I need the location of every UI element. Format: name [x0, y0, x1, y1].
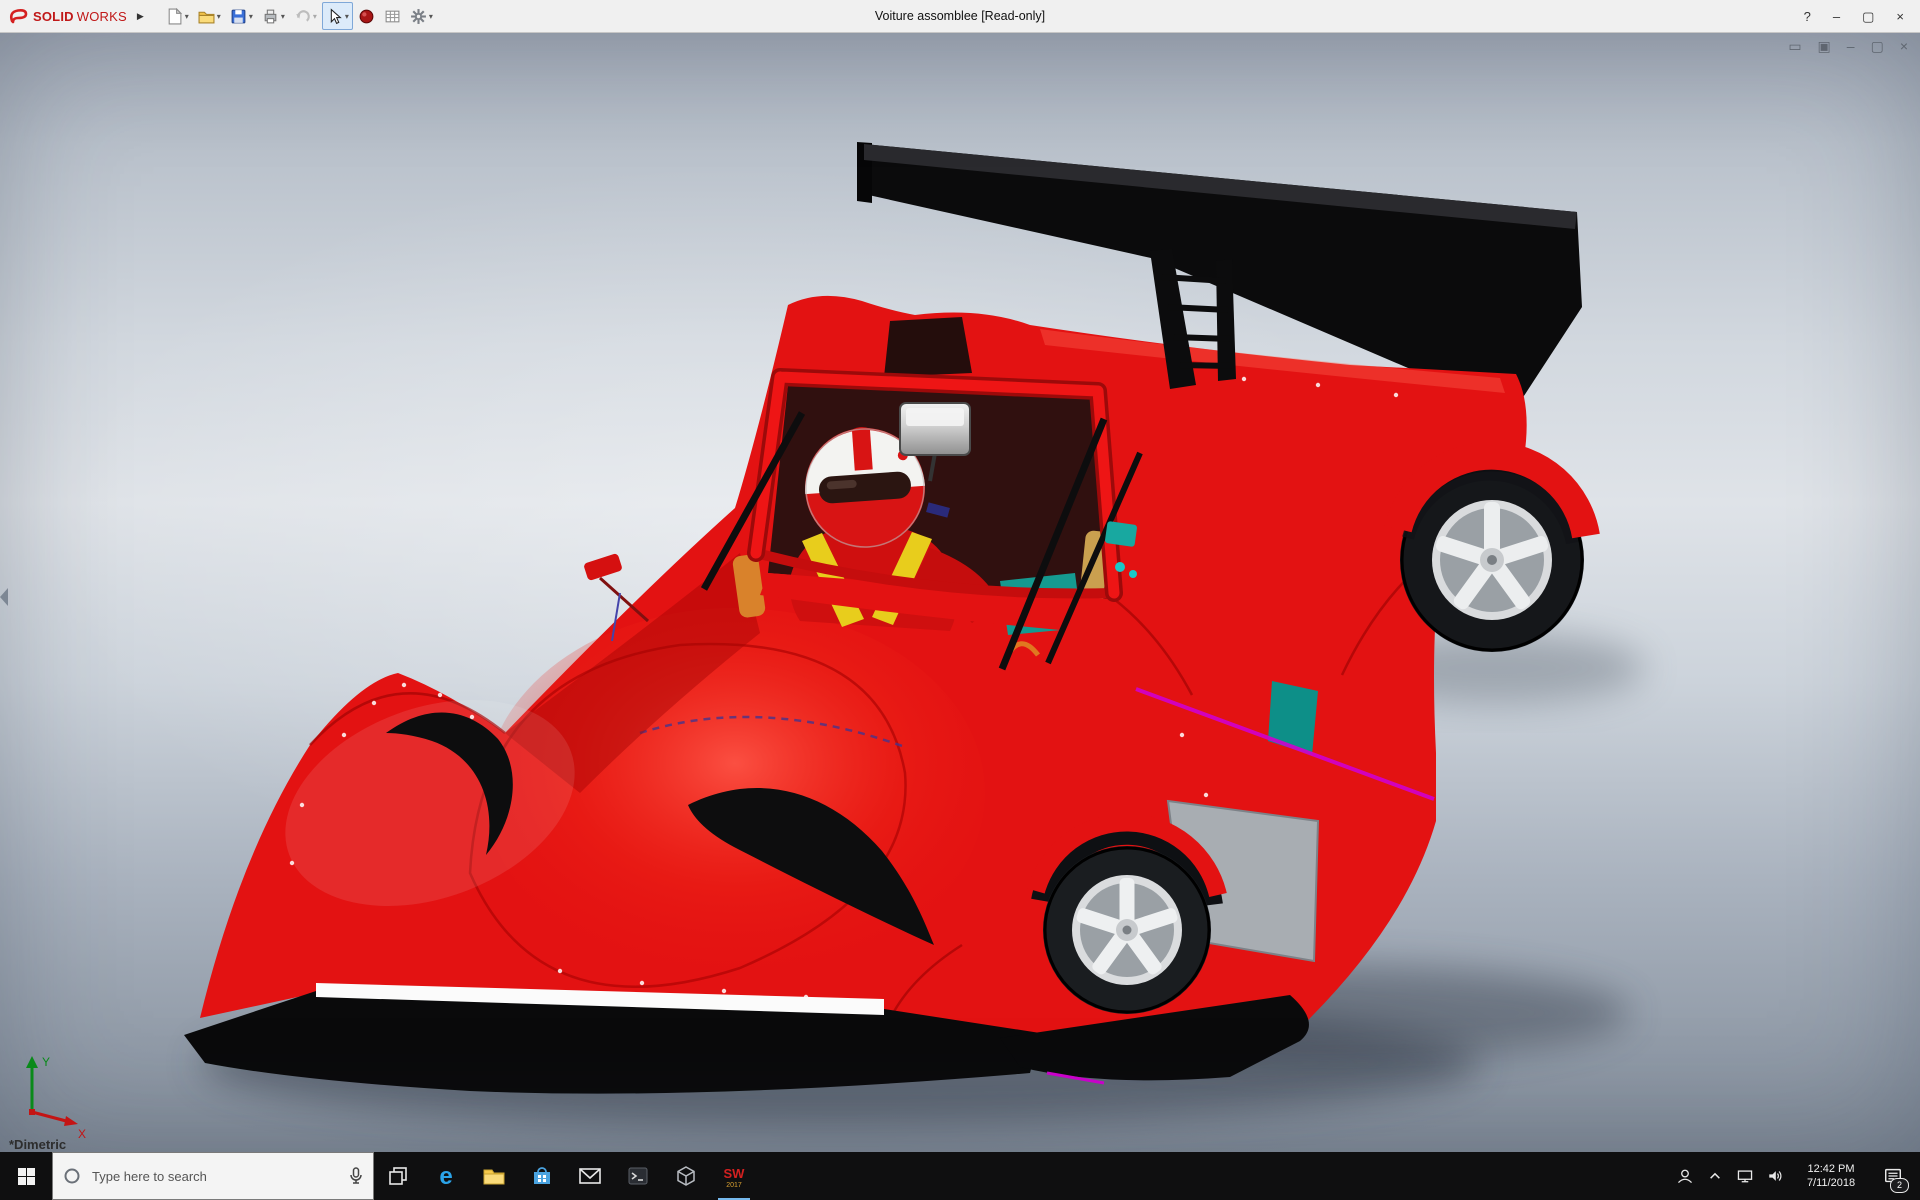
minimize-button[interactable]: – — [1833, 10, 1840, 23]
new-document-icon — [168, 7, 182, 24]
clock-date: 7/11/2018 — [1806, 1177, 1856, 1189]
tile-icon[interactable]: ▣ — [1818, 38, 1831, 55]
select-pointer-icon — [330, 7, 342, 24]
network-icon — [1737, 1170, 1753, 1183]
print-button[interactable]: ▾ — [258, 2, 289, 30]
taskbar-app-task-view[interactable] — [374, 1152, 422, 1200]
svg-text:2017: 2017 — [726, 1182, 742, 1189]
dropdown-caret[interactable]: ▾ — [185, 12, 189, 21]
search-input[interactable] — [90, 1167, 340, 1185]
solidworks-window: SOLID WORKS ▶ ▾ ▾ ▾ ▾ ▾ ▾ ▾ Voiture asso… — [0, 0, 1920, 1200]
maximize-button[interactable]: ▢ — [1862, 10, 1874, 23]
people-icon — [1677, 1169, 1693, 1184]
windows-taskbar: e — [0, 1152, 1920, 1200]
taskbar-app-file-explorer[interactable] — [470, 1152, 518, 1200]
cyan-dot — [1115, 562, 1125, 572]
solidworks-taskbar-icon: SW 2017 — [724, 1166, 746, 1189]
console-icon — [628, 1167, 648, 1185]
window-controls: ? – ▢ × — [1804, 10, 1920, 23]
dropdown-caret[interactable]: ▾ — [281, 12, 285, 21]
dropdown-caret[interactable]: ▾ — [217, 12, 221, 21]
taskbar-clock[interactable]: 12:42 PM 7/11/2018 — [1790, 1162, 1872, 1190]
doc-minimize-icon[interactable]: – — [1847, 38, 1855, 55]
file-explorer-icon — [483, 1169, 505, 1185]
race-car-scene[interactable] — [0, 33, 1920, 1152]
taskbar-app-solidworks[interactable]: SW 2017 — [710, 1152, 758, 1200]
design-table-button[interactable] — [380, 2, 405, 30]
cyan-dot — [1129, 570, 1137, 578]
doc-restore-icon[interactable]: ▢ — [1871, 38, 1884, 55]
save-button[interactable]: ▾ — [226, 2, 257, 30]
options-gear-icon — [410, 8, 426, 24]
dropdown-caret[interactable]: ▾ — [429, 12, 433, 21]
speaker-icon — [1769, 1171, 1782, 1181]
appearance-button[interactable] — [354, 2, 379, 30]
appearance-sphere-icon — [359, 9, 374, 23]
taskbar-search[interactable] — [52, 1152, 374, 1200]
view-orientation-label: *Dimetric — [9, 1137, 67, 1152]
cube-3d-icon — [677, 1166, 695, 1186]
x-axis-arrow — [64, 1116, 78, 1126]
people-button[interactable] — [1670, 1152, 1700, 1200]
taskbar-app-mail[interactable] — [566, 1152, 614, 1200]
brand-solid: SOLID — [33, 8, 74, 24]
store-icon — [534, 1167, 550, 1184]
chevron-up-icon — [1710, 1172, 1720, 1179]
open-button[interactable]: ▾ — [194, 2, 225, 30]
select-tool-button[interactable]: ▾ — [321, 2, 353, 30]
main-toolbar: ▾ ▾ ▾ ▾ ▾ ▾ ▾ — [162, 2, 437, 30]
options-button[interactable]: ▾ — [406, 2, 437, 30]
notification-badge: 2 — [1890, 1178, 1909, 1193]
edge-icon: e — [439, 1163, 452, 1189]
dropdown-caret[interactable]: ▾ — [345, 12, 349, 21]
volume-button[interactable] — [1760, 1152, 1790, 1200]
taskbar-app-edge[interactable]: e — [422, 1152, 470, 1200]
x-axis-label: X — [78, 1127, 86, 1138]
pane-icon[interactable]: ▭ — [1788, 38, 1801, 55]
svg-text:SW: SW — [724, 1166, 746, 1181]
design-table-icon — [385, 10, 400, 22]
help-button[interactable]: ? — [1804, 10, 1811, 23]
network-button[interactable] — [1730, 1152, 1760, 1200]
cortana-icon — [64, 1168, 80, 1184]
open-folder-icon — [198, 11, 215, 23]
system-tray: 12:42 PM 7/11/2018 2 — [1670, 1152, 1920, 1200]
menu-expand-arrow[interactable]: ▶ — [133, 11, 152, 22]
solidworks-logo: SOLID WORKS — [0, 7, 133, 25]
action-center-button[interactable]: 2 — [1872, 1152, 1914, 1200]
undo-icon — [295, 9, 310, 22]
panel-collapse-arrow[interactable] — [0, 588, 8, 606]
rear-right-wheel[interactable] — [1384, 441, 1600, 652]
save-icon — [231, 9, 246, 23]
window-title: Voiture assomblee [Read-only] — [874, 9, 1046, 23]
graphics-viewport[interactable]: ▭ ▣ – ▢ × Y X *Dimetric — [0, 33, 1920, 1152]
titlebar: SOLID WORKS ▶ ▾ ▾ ▾ ▾ ▾ ▾ ▾ Voiture asso… — [0, 0, 1920, 33]
undo-button[interactable]: ▾ — [290, 2, 321, 30]
svg-text:e: e — [439, 1163, 452, 1189]
dropdown-caret[interactable]: ▾ — [249, 12, 253, 21]
doc-close-icon[interactable]: × — [1900, 38, 1908, 55]
hidden-icons-button[interactable] — [1700, 1152, 1730, 1200]
microphone-icon[interactable] — [349, 1167, 363, 1185]
y-axis-label: Y — [42, 1055, 50, 1069]
dropdown-caret[interactable]: ▾ — [313, 12, 317, 21]
new-document-button[interactable]: ▾ — [162, 2, 193, 30]
mail-icon — [579, 1168, 601, 1184]
clock-time: 12:42 PM — [1807, 1163, 1855, 1175]
close-button[interactable]: × — [1896, 10, 1904, 23]
teal-vent — [1105, 521, 1137, 547]
windows-logo-icon — [17, 1167, 35, 1185]
race-car-model[interactable] — [184, 142, 1600, 1094]
task-view-icon — [389, 1167, 407, 1185]
axis-triad: Y X — [26, 1055, 86, 1138]
document-window-controls: ▭ ▣ – ▢ × — [1788, 38, 1908, 55]
ds-logo-icon — [9, 9, 28, 24]
y-axis-arrow — [26, 1056, 38, 1068]
taskbar-app-store[interactable] — [518, 1152, 566, 1200]
taskbar-app-console[interactable] — [614, 1152, 662, 1200]
start-button[interactable] — [0, 1152, 52, 1200]
print-icon — [264, 9, 277, 23]
brand-works: WORKS — [76, 8, 127, 24]
taskbar-app-3d-viewer[interactable] — [662, 1152, 710, 1200]
